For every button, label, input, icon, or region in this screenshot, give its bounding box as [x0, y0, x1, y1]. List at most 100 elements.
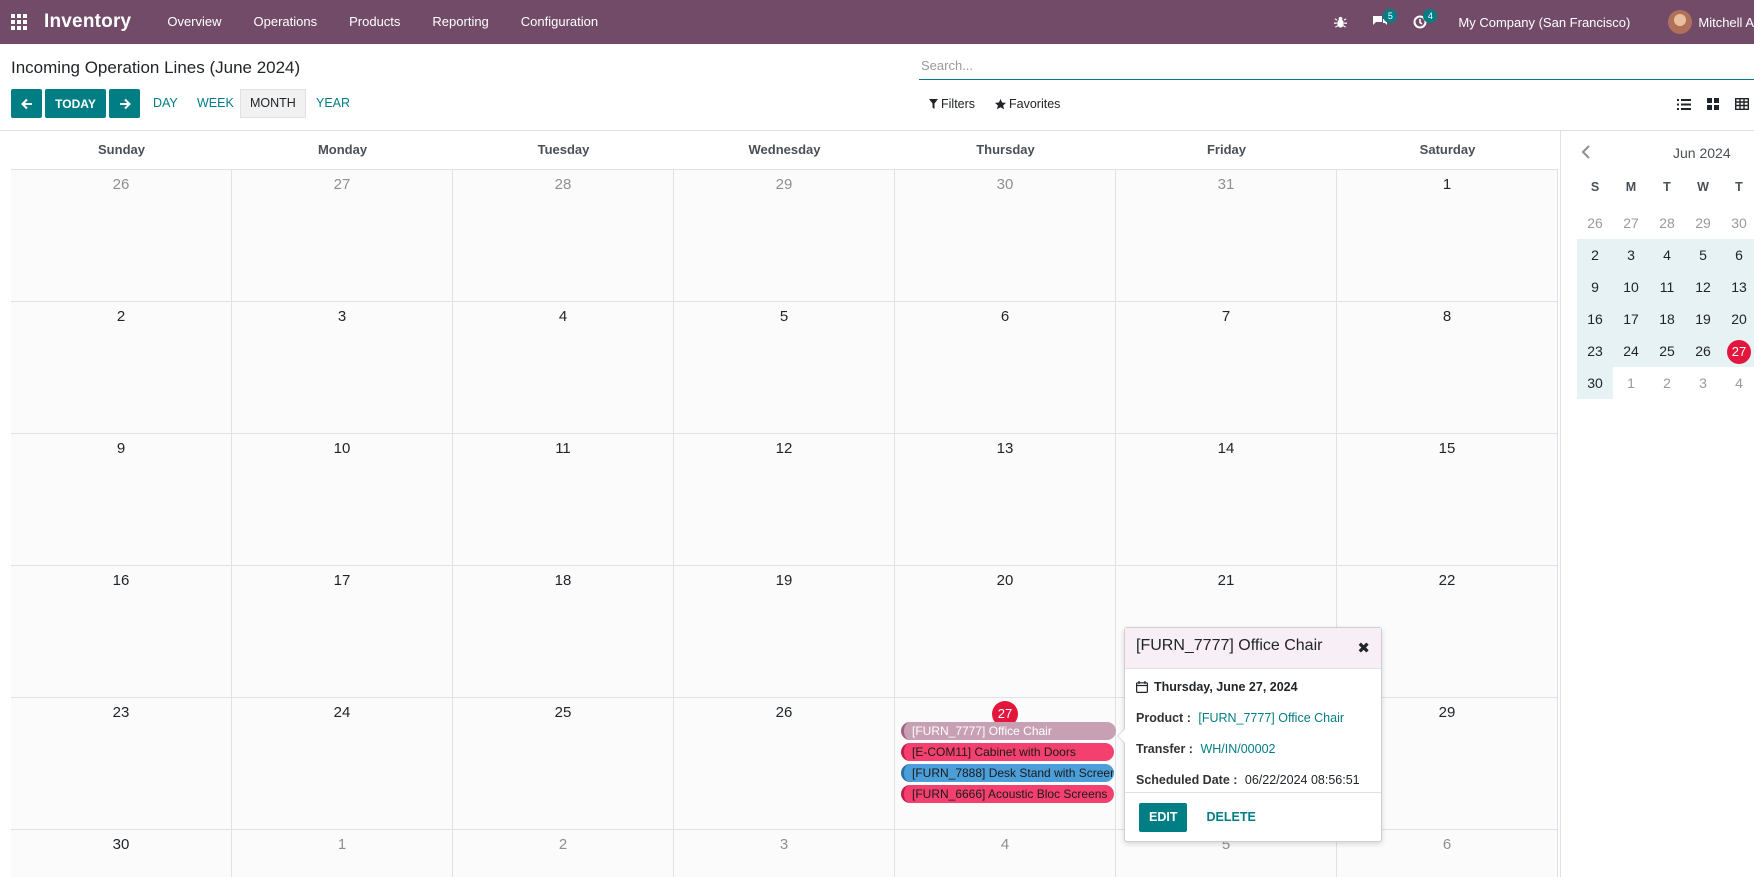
- calendar-day-cell[interactable]: 26: [674, 697, 895, 829]
- calendar-day-cell[interactable]: 31: [1116, 169, 1337, 301]
- mini-calendar-day[interactable]: 26: [1577, 207, 1613, 239]
- calendar-day-cell[interactable]: 12: [674, 433, 895, 565]
- scale-month-button[interactable]: MONTH: [240, 89, 306, 118]
- calendar-day-cell[interactable]: 27: [895, 697, 1116, 829]
- previous-button[interactable]: [11, 89, 42, 118]
- delete-button[interactable]: DELETE: [1206, 810, 1255, 824]
- calendar-day-cell[interactable]: 20: [895, 565, 1116, 697]
- app-menu-icon[interactable]: [0, 0, 38, 44]
- calendar-day-cell[interactable]: 23: [11, 697, 232, 829]
- mini-calendar-day[interactable]: 29: [1685, 207, 1721, 239]
- calendar-event[interactable]: [FURN_6666] Acoustic Bloc Screens: [901, 785, 1114, 803]
- pivot-table-view-icon[interactable]: [1731, 95, 1753, 113]
- calendar-day-cell[interactable]: 26: [11, 169, 232, 301]
- app-brand[interactable]: Inventory: [44, 11, 131, 33]
- mini-calendar-day[interactable]: 3: [1613, 239, 1649, 271]
- menu-reporting[interactable]: Reporting: [416, 0, 504, 44]
- calendar-day-cell[interactable]: 2: [11, 301, 232, 433]
- calendar-event[interactable]: [FURN_7777] Office Chair: [901, 722, 1116, 740]
- calendar-day-cell[interactable]: 7: [1116, 301, 1337, 433]
- mini-calendar-day[interactable]: 25: [1649, 335, 1685, 367]
- mini-calendar-day[interactable]: 17: [1613, 303, 1649, 335]
- mini-calendar-day[interactable]: 27: [1613, 207, 1649, 239]
- mini-calendar-day[interactable]: 11: [1649, 271, 1685, 303]
- mini-calendar-day[interactable]: 16: [1577, 303, 1613, 335]
- scale-day-button[interactable]: DAY: [144, 89, 187, 118]
- calendar-day-cell[interactable]: 11: [453, 433, 674, 565]
- calendar-day-cell[interactable]: 8: [1337, 301, 1558, 433]
- mini-calendar-day[interactable]: 24: [1613, 335, 1649, 367]
- calendar-day-cell[interactable]: 10: [232, 433, 453, 565]
- filters-toggle[interactable]: Filters: [929, 97, 975, 111]
- calendar-day-cell[interactable]: 27: [232, 169, 453, 301]
- mini-calendar-day[interactable]: 6: [1721, 239, 1754, 271]
- calendar-day-cell[interactable]: 1: [232, 829, 453, 877]
- calendar-day-cell[interactable]: 4: [453, 301, 674, 433]
- calendar-event[interactable]: [E-COM11] Cabinet with Doors: [901, 743, 1114, 761]
- calendar-day-cell[interactable]: 5: [674, 301, 895, 433]
- activities-clock-icon[interactable]: 4: [1400, 0, 1440, 44]
- mini-calendar-day[interactable]: 30: [1577, 367, 1613, 399]
- calendar-day-cell[interactable]: 14: [1116, 433, 1337, 565]
- calendar-day-cell[interactable]: 29: [674, 169, 895, 301]
- search-bar[interactable]: [919, 52, 1754, 80]
- calendar-day-cell[interactable]: 15: [1337, 433, 1558, 565]
- menu-overview[interactable]: Overview: [151, 0, 237, 44]
- mini-calendar-day[interactable]: 9: [1577, 271, 1613, 303]
- next-button[interactable]: [109, 89, 140, 118]
- calendar-day-cell[interactable]: 3: [674, 829, 895, 877]
- calendar-day-cell[interactable]: 3: [232, 301, 453, 433]
- list-view-icon[interactable]: [1673, 95, 1695, 113]
- calendar-day-cell[interactable]: 17: [232, 565, 453, 697]
- search-input[interactable]: [921, 58, 1752, 73]
- mini-calendar-day[interactable]: 4: [1721, 367, 1754, 399]
- calendar-day-cell[interactable]: 1: [1337, 169, 1558, 301]
- mini-calendar-day[interactable]: 27: [1721, 335, 1754, 367]
- mini-calendar-day[interactable]: 20: [1721, 303, 1754, 335]
- calendar-day-cell[interactable]: 4: [895, 829, 1116, 877]
- calendar-day-cell[interactable]: 9: [11, 433, 232, 565]
- calendar-day-cell[interactable]: 19: [674, 565, 895, 697]
- mini-calendar-day[interactable]: 19: [1685, 303, 1721, 335]
- mini-calendar-day[interactable]: 2: [1649, 367, 1685, 399]
- mini-calendar-day[interactable]: 28: [1649, 207, 1685, 239]
- scale-year-button[interactable]: YEAR: [307, 89, 359, 118]
- menu-products[interactable]: Products: [333, 0, 416, 44]
- company-switcher[interactable]: My Company (San Francisco): [1458, 15, 1630, 30]
- menu-configuration[interactable]: Configuration: [505, 0, 614, 44]
- today-button[interactable]: TODAY: [45, 89, 106, 118]
- calendar-day-cell[interactable]: 25: [453, 697, 674, 829]
- mini-calendar-day[interactable]: 23: [1577, 335, 1613, 367]
- mini-calendar-day[interactable]: 3: [1685, 367, 1721, 399]
- mini-calendar-day[interactable]: 13: [1721, 271, 1754, 303]
- mini-calendar-day[interactable]: 2: [1577, 239, 1613, 271]
- transfer-link[interactable]: WH/IN/00002: [1200, 742, 1275, 756]
- user-menu[interactable]: Mitchell A: [1668, 10, 1754, 34]
- kanban-view-icon[interactable]: [1702, 95, 1724, 113]
- calendar-event[interactable]: [FURN_7888] Desk Stand with Screen: [901, 764, 1114, 782]
- mini-calendar-day[interactable]: 1: [1613, 367, 1649, 399]
- calendar-day-cell[interactable]: 16: [11, 565, 232, 697]
- calendar-day-cell[interactable]: 6: [895, 301, 1116, 433]
- mini-calendar-day[interactable]: 4: [1649, 239, 1685, 271]
- mini-calendar-day[interactable]: 26: [1685, 335, 1721, 367]
- calendar-day-cell[interactable]: 2: [453, 829, 674, 877]
- menu-operations[interactable]: Operations: [238, 0, 334, 44]
- scale-week-button[interactable]: WEEK: [188, 89, 243, 118]
- mini-calendar-day[interactable]: 5: [1685, 239, 1721, 271]
- calendar-day-cell[interactable]: 28: [453, 169, 674, 301]
- calendar-day-cell[interactable]: 30: [11, 829, 232, 877]
- calendar-day-cell[interactable]: 30: [895, 169, 1116, 301]
- calendar-day-cell[interactable]: 13: [895, 433, 1116, 565]
- product-link[interactable]: [FURN_7777] Office Chair: [1198, 711, 1344, 725]
- debug-bug-icon[interactable]: [1320, 0, 1360, 44]
- mini-calendar-day[interactable]: 18: [1649, 303, 1685, 335]
- calendar-day-cell[interactable]: 24: [232, 697, 453, 829]
- edit-button[interactable]: EDIT: [1139, 802, 1188, 832]
- mini-calendar-day[interactable]: 30: [1721, 207, 1754, 239]
- mini-calendar-day[interactable]: 12: [1685, 271, 1721, 303]
- close-icon[interactable]: ✖: [1357, 639, 1370, 657]
- calendar-day-cell[interactable]: 18: [453, 565, 674, 697]
- messages-icon[interactable]: 5: [1360, 0, 1400, 44]
- mini-calendar-day[interactable]: 10: [1613, 271, 1649, 303]
